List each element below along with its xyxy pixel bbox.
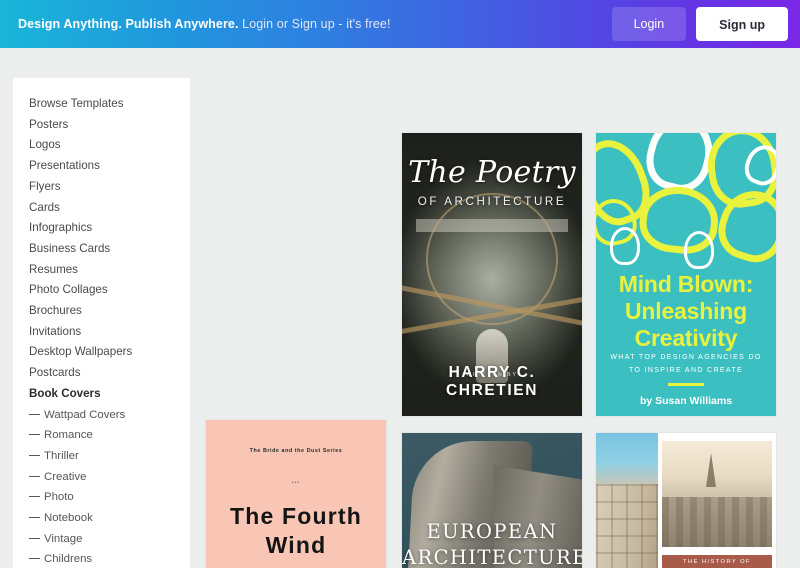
promo-subtext: Login or Sign up - it's free! bbox=[242, 17, 391, 31]
sidebar-item-flyers[interactable]: Flyers bbox=[13, 177, 190, 198]
cover-title: EUROPEAN ARCHITECTURE bbox=[402, 520, 582, 568]
template-card-mind-blown[interactable]: Mind Blown: Unleashing Creativity WHAT T… bbox=[596, 133, 776, 416]
sidebar-subitem-vintage[interactable]: Vintage bbox=[13, 529, 190, 550]
sidebar-subitem-label: Notebook bbox=[44, 512, 93, 525]
cover-art-skyline bbox=[662, 497, 772, 547]
sidebar-item-postcards[interactable]: Postcards bbox=[13, 363, 190, 384]
template-card-the-fourth-wind[interactable]: The Bride and the Dust Series ••• The Fo… bbox=[206, 420, 386, 568]
cover-title: The Fourth Wind bbox=[229, 503, 363, 558]
template-card-poetry-of-architecture[interactable]: The Poetry OF ARCHITECTURE written by HA… bbox=[402, 133, 582, 416]
template-card-beaux-arts-architecture[interactable]: THE HISTORY OF beaux-arts architecture bbox=[596, 433, 776, 568]
cover-art-facade bbox=[596, 484, 658, 568]
category-sidebar: Browse Templates Posters Logos Presentat… bbox=[13, 78, 190, 568]
cover-series: The Bride and the Dust Series bbox=[249, 448, 343, 454]
sidebar-subitem-label: Wattpad Covers bbox=[44, 408, 126, 421]
cover-author: by Susan Williams bbox=[639, 395, 733, 407]
sidebar-subitem-wattpad-covers[interactable]: Wattpad Covers bbox=[13, 405, 190, 426]
sidebar-subitem-label: Thriller bbox=[44, 449, 79, 462]
page-body: Browse Templates Posters Logos Presentat… bbox=[0, 48, 800, 568]
cover-title: The Poetry bbox=[408, 155, 576, 190]
sidebar-item-infographics[interactable]: Infographics bbox=[13, 218, 190, 239]
cover-subtitle: WHAT TOP DESIGN AGENCIES DO TO INSPIRE A… bbox=[610, 354, 762, 374]
sidebar-subitem-notebook[interactable]: Notebook bbox=[13, 508, 190, 529]
cover-subtitle: OF ARCHITECTURE bbox=[417, 195, 567, 208]
cover-art-cityscape-photo bbox=[662, 441, 772, 547]
sidebar-item-posters[interactable]: Posters bbox=[13, 115, 190, 136]
dash-icon bbox=[29, 496, 40, 498]
sidebar-item-resumes[interactable]: Resumes bbox=[13, 260, 190, 281]
sidebar-subitem-romance[interactable]: Romance bbox=[13, 425, 190, 446]
promo-banner-text: Design Anything. Publish Anywhere. Login… bbox=[18, 17, 391, 31]
cover-tag: THE HISTORY OF bbox=[662, 555, 772, 568]
dash-icon bbox=[29, 434, 40, 436]
sidebar-item-desktop-wallpapers[interactable]: Desktop Wallpapers bbox=[13, 342, 190, 363]
sidebar-subitem-label: Creative bbox=[44, 470, 87, 483]
template-card-european-architecture[interactable]: EUROPEAN ARCHITECTURE THE HISTORY BEHIND… bbox=[402, 433, 582, 568]
header-actions: Login Sign up bbox=[611, 7, 788, 41]
sidebar-item-browse-templates[interactable]: Browse Templates bbox=[13, 94, 190, 115]
dash-icon bbox=[29, 537, 40, 539]
sidebar-subitem-thriller[interactable]: Thriller bbox=[13, 446, 190, 467]
login-button[interactable]: Login bbox=[611, 7, 687, 41]
cover-ornament: ••• bbox=[291, 480, 301, 486]
sidebar-item-brochures[interactable]: Brochures bbox=[13, 301, 190, 322]
sidebar-item-business-cards[interactable]: Business Cards bbox=[13, 239, 190, 260]
sidebar-item-cards[interactable]: Cards bbox=[13, 198, 190, 219]
dash-icon bbox=[29, 517, 40, 519]
sidebar-item-photo-collages[interactable]: Photo Collages bbox=[13, 280, 190, 301]
dash-icon bbox=[29, 475, 40, 477]
cover-art-spire bbox=[706, 453, 716, 487]
dash-icon bbox=[29, 454, 40, 456]
sidebar-subitem-label: Romance bbox=[44, 429, 93, 442]
sidebar-subitem-label: Photo bbox=[44, 491, 74, 504]
top-header-bar: Design Anything. Publish Anywhere. Login… bbox=[0, 0, 800, 48]
sidebar-section-book-covers[interactable]: Book Covers bbox=[13, 384, 190, 405]
bulb-shape bbox=[610, 227, 640, 265]
sidebar-item-invitations[interactable]: Invitations bbox=[13, 322, 190, 343]
cover-title: Mind Blown: Unleashing Creativity bbox=[618, 271, 754, 351]
cover-author: HARRY C. CHRETIEN bbox=[445, 364, 539, 399]
sidebar-item-logos[interactable]: Logos bbox=[13, 135, 190, 156]
cover-art-side-building bbox=[596, 433, 658, 568]
sidebar-subitem-childrens[interactable]: Childrens bbox=[13, 549, 190, 568]
bulb-shape bbox=[684, 231, 714, 269]
cover-divider bbox=[668, 383, 704, 386]
signup-button[interactable]: Sign up bbox=[696, 7, 788, 41]
promo-headline: Design Anything. Publish Anywhere. bbox=[18, 17, 239, 31]
sidebar-item-presentations[interactable]: Presentations bbox=[13, 156, 190, 177]
sidebar-subitem-photo[interactable]: Photo bbox=[13, 487, 190, 508]
dash-icon bbox=[29, 413, 40, 415]
sidebar-subitem-label: Childrens bbox=[44, 553, 93, 566]
dash-icon bbox=[29, 558, 40, 560]
sidebar-subitem-label: Vintage bbox=[44, 532, 83, 545]
sidebar-subitem-creative[interactable]: Creative bbox=[13, 467, 190, 488]
